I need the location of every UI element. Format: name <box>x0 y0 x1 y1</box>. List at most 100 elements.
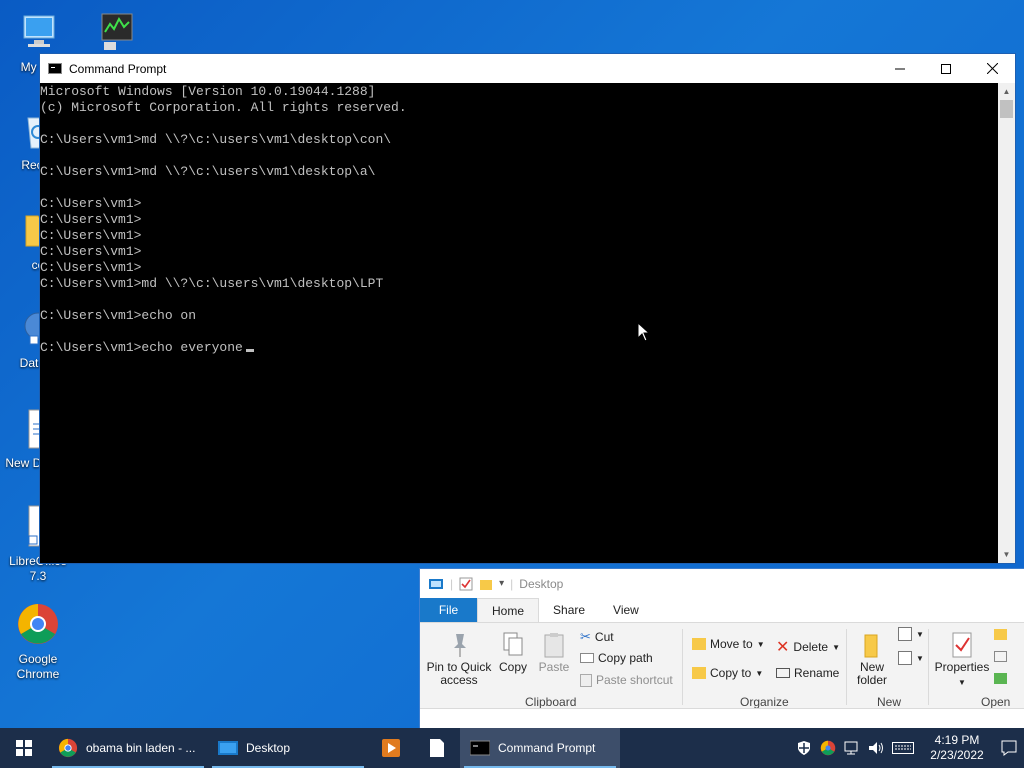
chevron-down-icon: ▼ <box>958 678 966 687</box>
ribbon-divider <box>928 629 929 705</box>
close-icon <box>986 63 998 74</box>
command-prompt-window[interactable]: Command Prompt Microsoft Windows [Versio… <box>39 53 1016 564</box>
explorer-title-bar[interactable]: | ▾ | Desktop <box>420 569 1024 598</box>
chrome-icon <box>58 738 78 758</box>
copy-path-button[interactable]: Copy path <box>580 651 653 665</box>
scroll-up-arrow-icon[interactable]: ▲ <box>998 83 1015 100</box>
history-button[interactable] <box>994 673 1007 684</box>
console-line: (c) Microsoft Corporation. All rights re… <box>40 100 407 115</box>
new-folder-icon <box>864 634 878 658</box>
taskbar-clock[interactable]: 4:19 PM 2/23/2022 <box>922 733 992 763</box>
security-shield-icon[interactable] <box>796 740 812 756</box>
copy-to-label: Copy to <box>710 666 752 680</box>
vertical-scrollbar[interactable]: ▲ ▼ <box>998 83 1015 563</box>
delete-button[interactable]: ✕ Delete ▼ <box>776 637 840 657</box>
start-button[interactable] <box>0 728 48 768</box>
console-line: C:\Users\vm1>echo everyone <box>40 340 1000 356</box>
copy-button[interactable]: Copy <box>496 631 530 674</box>
move-to-label: Move to <box>710 637 753 651</box>
easy-access-button[interactable]: ▼ <box>898 651 924 665</box>
explorer-window-icon <box>429 578 443 589</box>
taskbar-cmd-label: Command Prompt <box>498 741 596 755</box>
properties-quick-icon[interactable] <box>459 577 473 591</box>
open-button[interactable] <box>994 629 1007 640</box>
console-line: C:\Users\vm1>md \\?\c:\users\vm1\desktop… <box>40 132 392 147</box>
new-folder-quick-icon[interactable] <box>479 577 493 591</box>
paste-shortcut-label: Paste shortcut <box>596 673 673 687</box>
copy-icon <box>503 632 523 656</box>
task-monitor-icon <box>101 13 133 50</box>
ribbon-tabs: File Home Share View <box>420 598 1024 622</box>
copy-to-icon <box>692 667 706 679</box>
explorer-address-bar[interactable] <box>420 708 1024 729</box>
history-icon <box>994 673 1007 684</box>
minimize-button[interactable] <box>877 54 923 83</box>
blank-file-icon <box>430 739 444 757</box>
taskbar-cmd-button[interactable]: Command Prompt <box>460 728 620 768</box>
new-item-button[interactable]: ▼ <box>898 627 924 641</box>
customize-quick-access-icon[interactable]: ▾ <box>499 578 504 589</box>
tab-share[interactable]: Share <box>539 598 599 622</box>
cut-button[interactable]: ✂ Cut <box>580 629 614 645</box>
desktop-icon-google-chrome[interactable]: Google Chrome <box>0 602 76 682</box>
console-line: C:\Users\vm1> <box>40 244 142 259</box>
paste-shortcut-button[interactable]: Paste shortcut <box>580 673 673 687</box>
new-folder-button[interactable]: New folder <box>852 631 892 687</box>
notifications-icon[interactable] <box>1000 739 1018 757</box>
ribbon-home: Pin to Quick access Copy Paste ✂ Cut Cop… <box>420 622 1024 709</box>
scissors-icon: ✂ <box>580 629 591 644</box>
chevron-down-icon: ▼ <box>916 653 924 663</box>
mouse-cursor-icon <box>637 322 651 342</box>
cut-label: Cut <box>594 630 614 644</box>
edit-button[interactable] <box>994 651 1007 662</box>
move-to-button[interactable]: Move to ▼ <box>692 637 765 651</box>
computer-icon <box>23 15 55 47</box>
taskbar-media-player-button[interactable] <box>368 728 414 768</box>
tab-file[interactable]: File <box>420 598 477 622</box>
volume-icon[interactable] <box>868 740 884 756</box>
new-folder-label: New folder <box>856 660 888 687</box>
tab-view[interactable]: View <box>599 598 653 622</box>
console-line: C:\Users\vm1> <box>40 228 142 243</box>
taskbar: obama bin laden - ... Desktop Command Pr… <box>0 728 1024 768</box>
edit-icon <box>994 651 1007 662</box>
keyboard-icon[interactable] <box>892 741 914 755</box>
pin-label: Pin to Quick access <box>426 660 492 687</box>
open-icon <box>994 629 1007 640</box>
file-explorer-window[interactable]: | ▾ | Desktop File Home Share View Pin t… <box>419 568 1024 729</box>
chevron-down-icon: ▼ <box>755 668 764 678</box>
taskbar-file-button[interactable] <box>414 728 460 768</box>
ribbon-divider <box>682 629 683 705</box>
console-output[interactable]: Microsoft Windows [Version 10.0.19044.12… <box>40 83 1000 563</box>
properties-button[interactable]: Properties ▼ <box>934 631 990 689</box>
cmd-title-bar[interactable]: Command Prompt <box>40 54 1015 83</box>
easy-access-icon <box>898 651 912 665</box>
taskbar-chrome-button[interactable]: obama bin laden - ... <box>48 728 208 768</box>
cmd-icon <box>470 740 490 756</box>
rename-label: Rename <box>794 666 840 680</box>
desktop-folder-icon <box>218 741 238 755</box>
close-button[interactable] <box>969 54 1015 83</box>
desktop-icon-label: Google Chrome <box>16 652 60 681</box>
pin-to-quick-access-button[interactable]: Pin to Quick access <box>426 631 492 687</box>
paste-button[interactable]: Paste <box>536 631 572 674</box>
maximize-button[interactable] <box>923 54 969 83</box>
tab-home[interactable]: Home <box>477 598 540 622</box>
taskbar-desktop-button[interactable]: Desktop <box>208 728 368 768</box>
properties-icon <box>952 632 972 658</box>
copy-to-button[interactable]: Copy to ▼ <box>692 666 763 680</box>
delete-icon: ✕ <box>776 639 790 656</box>
rename-button[interactable]: Rename <box>776 666 839 680</box>
scrollbar-thumb[interactable] <box>1000 100 1013 118</box>
chrome-tray-icon[interactable] <box>820 740 836 756</box>
chevron-down-icon: ▼ <box>916 629 924 639</box>
pin-icon <box>454 634 466 657</box>
scroll-down-arrow-icon[interactable]: ▼ <box>998 546 1015 563</box>
network-icon[interactable] <box>844 740 860 756</box>
copy-path-label: Copy path <box>598 651 653 665</box>
new-item-icon <box>898 627 912 641</box>
copy-label: Copy <box>498 660 527 674</box>
